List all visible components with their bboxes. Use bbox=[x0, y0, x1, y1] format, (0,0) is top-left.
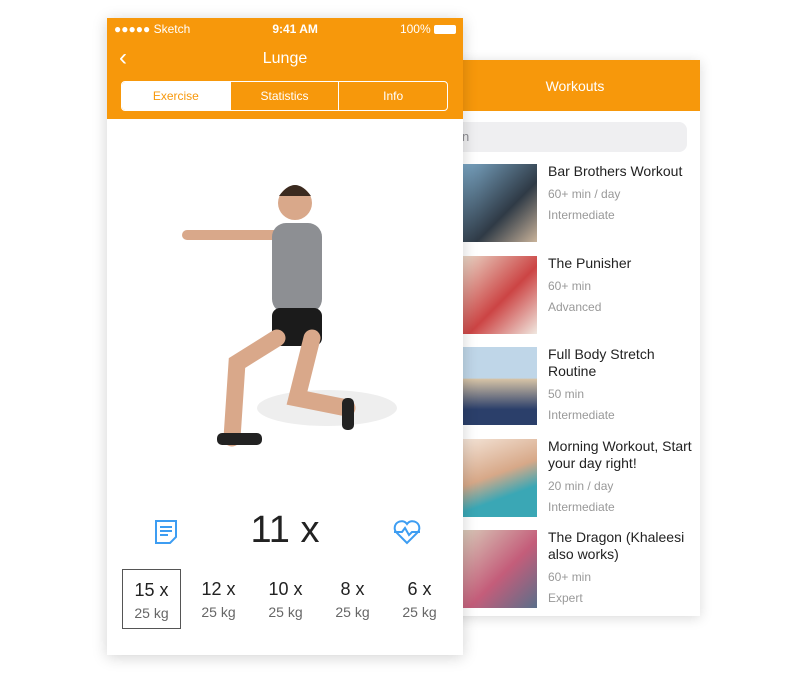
workout-list-item[interactable]: The Punisher 60+ min Advanced bbox=[463, 255, 693, 334]
workout-list-item[interactable]: Full Body Stretch Routine 50 min Intermedi… bbox=[463, 346, 693, 425]
carrier: ●●●●● Sketch bbox=[114, 22, 191, 36]
search-input[interactable]: n bbox=[450, 122, 687, 152]
workout-thumbnail bbox=[463, 347, 537, 425]
set-selector: 15 x 25 kg 12 x 25 kg 10 x 25 kg 8 x 25 kg 6 x 25… bbox=[122, 569, 449, 629]
set-weight: 25 kg bbox=[268, 604, 303, 620]
set-weight: 25 kg bbox=[335, 604, 370, 620]
status-bar: ●●●●● Sketch 9:41 AM 100% bbox=[107, 18, 463, 40]
set-reps: 6 x bbox=[407, 579, 432, 599]
workout-list-item[interactable]: Bar Brothers Workout 60+ min / day Interme… bbox=[463, 163, 693, 242]
workout-level: Intermediate bbox=[548, 208, 615, 222]
set-weight: 25 kg bbox=[201, 604, 236, 620]
workout-level: Intermediate bbox=[548, 500, 615, 514]
set-option[interactable]: 6 x 25 kg bbox=[390, 569, 449, 629]
tab-info[interactable]: Info bbox=[338, 82, 447, 110]
workout-level: Advanced bbox=[548, 300, 602, 314]
heart-rate-icon[interactable] bbox=[392, 518, 422, 546]
set-option[interactable]: 8 x 25 kg bbox=[323, 569, 382, 629]
segmented-tabs: Exercise Statistics Info bbox=[121, 81, 448, 111]
workouts-title: Workouts bbox=[440, 60, 700, 111]
set-reps: 15 x bbox=[134, 580, 169, 600]
workout-duration: 60+ min bbox=[548, 279, 592, 293]
set-reps: 12 x bbox=[201, 579, 236, 599]
set-weight: 25 kg bbox=[134, 605, 169, 621]
exercise-screen: ●●●●● Sketch 9:41 AM 100% ‹ Lunge Exerci… bbox=[107, 18, 463, 655]
workout-title: Bar Brothers Workout bbox=[548, 163, 683, 179]
tab-exercise[interactable]: Exercise bbox=[122, 82, 230, 110]
workout-list-item[interactable]: Morning Workout, Start your day right! 20… bbox=[463, 438, 693, 517]
workout-duration: 60+ min bbox=[548, 570, 592, 584]
page-title: Lunge bbox=[262, 50, 308, 67]
workout-title: Full Body Stretch Routine bbox=[548, 346, 655, 379]
tab-statistics[interactable]: Statistics bbox=[229, 82, 339, 110]
workout-duration: 20 min / day bbox=[548, 479, 614, 493]
workout-level: Expert bbox=[548, 591, 583, 605]
battery: 100% bbox=[400, 22, 456, 36]
workout-title: The Punisher bbox=[548, 255, 632, 271]
set-reps: 10 x bbox=[268, 579, 303, 599]
set-option[interactable]: 15 x 25 kg bbox=[122, 569, 181, 629]
workout-level: Intermediate bbox=[548, 408, 615, 422]
set-option[interactable]: 10 x 25 kg bbox=[256, 569, 315, 629]
workout-thumbnail bbox=[463, 530, 537, 608]
workout-thumbnail bbox=[463, 439, 537, 517]
workouts-screen: Workouts n Bar Brothers Workout 60+ min /… bbox=[440, 60, 700, 616]
workout-duration: 60+ min / day bbox=[548, 187, 621, 201]
workout-thumbnail bbox=[463, 164, 537, 242]
workout-duration: 50 min bbox=[548, 387, 585, 401]
workout-thumbnail bbox=[463, 256, 537, 334]
workout-list-item[interactable]: The Dragon (Khaleesi also works) 60+ min E… bbox=[463, 529, 693, 608]
lunge-figure-image bbox=[182, 185, 397, 447]
workout-title: Morning Workout, Start your day right! bbox=[548, 438, 692, 471]
set-option[interactable]: 12 x 25 kg bbox=[189, 569, 248, 629]
workout-title: The Dragon (Khaleesi also works) bbox=[548, 529, 685, 562]
set-reps: 8 x bbox=[340, 579, 365, 599]
time: 9:41 AM bbox=[272, 22, 318, 36]
set-weight: 25 kg bbox=[402, 604, 437, 620]
